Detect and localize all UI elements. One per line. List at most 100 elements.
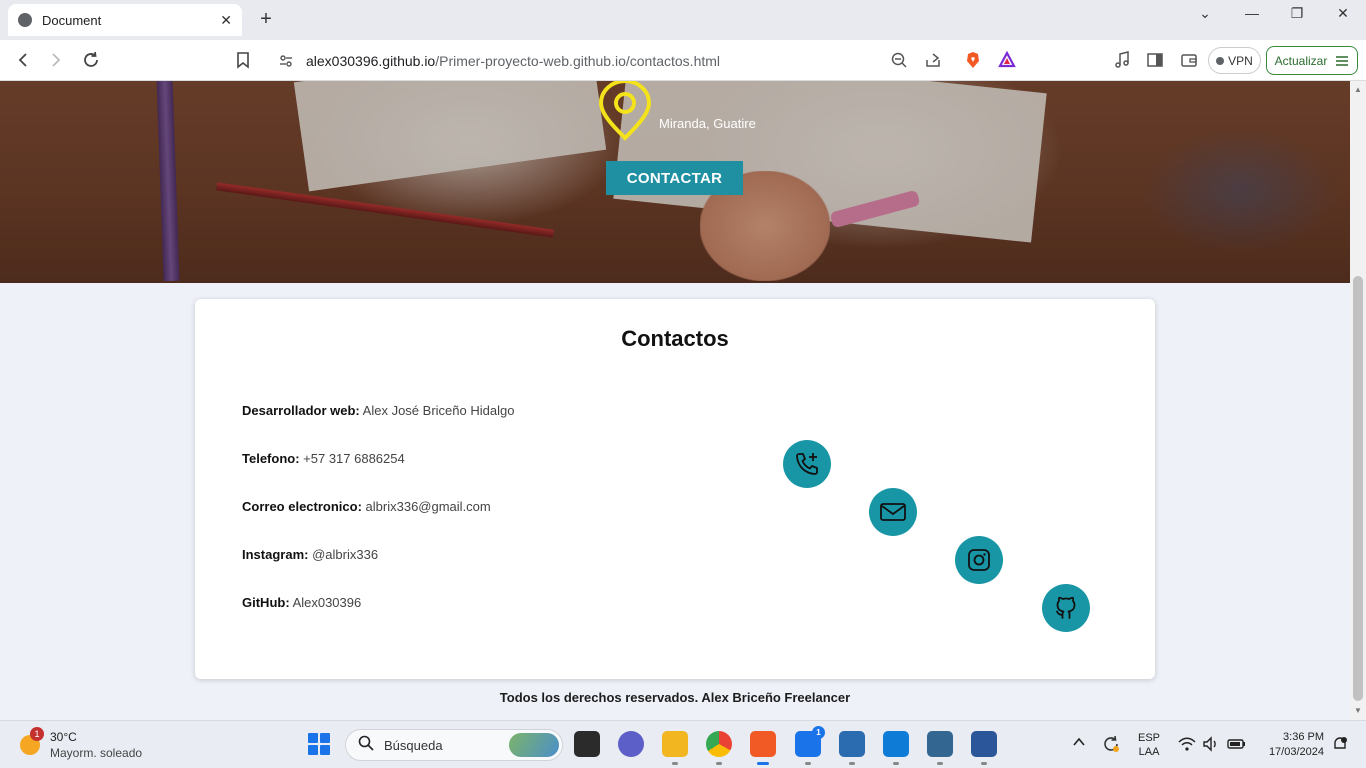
contact-label: Desarrollador web: bbox=[242, 403, 360, 418]
notepad-icon[interactable] bbox=[839, 731, 865, 765]
tray-overflow-icon[interactable] bbox=[1072, 735, 1086, 752]
brave-rewards-icon[interactable] bbox=[998, 50, 1016, 69]
contact-value: Alex José Briceño Hidalgo bbox=[362, 403, 515, 418]
contact-value: albrix336@gmail.com bbox=[365, 499, 491, 514]
file-explorer-icon[interactable] bbox=[662, 731, 688, 765]
start-button[interactable] bbox=[308, 733, 330, 755]
contact-row-developer: Desarrollador web: Alex José Briceño Hid… bbox=[242, 403, 514, 418]
reload-icon bbox=[84, 51, 98, 67]
url-path: /Primer-proyecto-web.github.io/contactos… bbox=[435, 52, 721, 69]
forward-icon bbox=[52, 53, 61, 67]
contact-button[interactable]: CONTACTAR bbox=[606, 161, 743, 195]
browser-tab[interactable]: Document ✕ bbox=[8, 4, 242, 36]
contact-label: Telefono: bbox=[242, 451, 300, 466]
word-icon[interactable] bbox=[971, 731, 997, 765]
search-placeholder: Búsqueda bbox=[384, 737, 443, 753]
tab-title: Document bbox=[42, 12, 102, 28]
browser-toolbar: alex030396.github.io/Primer-proyecto-web… bbox=[0, 40, 1366, 81]
outlook-badge: 1 bbox=[812, 726, 825, 739]
battery-icon[interactable] bbox=[1227, 736, 1247, 755]
site-settings-icon[interactable] bbox=[278, 53, 294, 69]
maximize-button[interactable]: ❐ bbox=[1287, 5, 1307, 22]
scrollbar-thumb[interactable] bbox=[1353, 276, 1363, 701]
back-button[interactable] bbox=[12, 49, 34, 71]
sidebar-icon[interactable] bbox=[1145, 50, 1165, 70]
instagram-icon bbox=[968, 549, 990, 571]
contact-value: Alex030396 bbox=[292, 595, 362, 610]
notification-icon[interactable] bbox=[1332, 736, 1348, 755]
github-icon bbox=[1056, 596, 1076, 619]
bookmark-icon bbox=[237, 52, 249, 69]
clock-time: 3:36 PM bbox=[1283, 731, 1324, 743]
contacts-card: Contactos Desarrollador web: Alex José B… bbox=[195, 299, 1155, 679]
postgresql-icon[interactable] bbox=[927, 731, 953, 765]
task-view-icon[interactable] bbox=[574, 731, 600, 757]
zoom-icon[interactable] bbox=[890, 51, 908, 69]
tab-search-icon[interactable]: ⌄ bbox=[1195, 5, 1215, 22]
weather-condition: Mayorm. soleado bbox=[50, 746, 143, 760]
windows-logo-icon bbox=[308, 733, 318, 743]
location-text: Miranda, Guatire bbox=[659, 116, 756, 131]
contact-value: +57 317 6886254 bbox=[303, 451, 405, 466]
chrome-icon[interactable] bbox=[706, 731, 732, 765]
vscode-icon[interactable] bbox=[883, 731, 909, 765]
globe-icon bbox=[18, 13, 32, 27]
page-viewport: Miranda, Guatire CONTACTAR Contactos Des… bbox=[0, 81, 1350, 720]
update-label: Actualizar bbox=[1274, 53, 1328, 68]
page-title: Contactos bbox=[621, 326, 729, 351]
contact-label: GitHub: bbox=[242, 595, 290, 610]
back-icon bbox=[18, 53, 27, 67]
media-icon[interactable] bbox=[1112, 50, 1132, 70]
update-button[interactable]: Actualizar bbox=[1266, 46, 1358, 75]
volume-icon[interactable] bbox=[1202, 736, 1220, 755]
outlook-icon[interactable]: 1 bbox=[795, 726, 825, 765]
taskbar-search[interactable]: Búsqueda bbox=[345, 729, 563, 761]
keyboard-layout: LAA bbox=[1138, 746, 1160, 758]
contact-row-email: Correo electronico: albrix336@gmail.com bbox=[242, 499, 491, 514]
close-window-button[interactable]: ✕ bbox=[1333, 5, 1353, 22]
reload-button[interactable] bbox=[80, 49, 102, 71]
mail-icon bbox=[880, 503, 906, 521]
new-tab-button[interactable]: + bbox=[256, 8, 276, 31]
contact-row-phone: Telefono: +57 317 6886254 bbox=[242, 451, 405, 466]
clock-date: 17/03/2024 bbox=[1268, 746, 1324, 758]
contact-value: @albrix336 bbox=[312, 547, 379, 562]
brave-shields-icon[interactable] bbox=[964, 51, 982, 69]
weather-temperature: 30°C bbox=[50, 730, 77, 744]
tab-close-icon[interactable]: ✕ bbox=[220, 12, 232, 29]
forward-button[interactable] bbox=[45, 49, 67, 71]
wifi-icon[interactable] bbox=[1178, 736, 1196, 755]
vpn-label: VPN bbox=[1228, 53, 1253, 68]
search-highlight-image bbox=[509, 733, 559, 757]
weather-widget[interactable]: 1 30°C Mayorm. soleado bbox=[18, 727, 158, 763]
email-link[interactable] bbox=[869, 488, 917, 536]
browser-tab-bar: Document ✕ + ⌄ — ❐ ✕ bbox=[0, 0, 1366, 40]
phone-link[interactable] bbox=[783, 440, 831, 488]
scroll-down-icon[interactable]: ▼ bbox=[1354, 706, 1362, 715]
vpn-button[interactable]: VPN bbox=[1208, 47, 1261, 74]
brave-icon[interactable] bbox=[750, 731, 776, 765]
system-clock[interactable]: 3:36 PM 17/03/2024 bbox=[1256, 730, 1324, 760]
contact-row-github: GitHub: Alex030396 bbox=[242, 595, 361, 610]
weather-badge: 1 bbox=[30, 727, 44, 741]
instagram-link[interactable] bbox=[955, 536, 1003, 584]
meet-icon[interactable] bbox=[618, 731, 644, 757]
address-bar[interactable]: alex030396.github.io/Primer-proyecto-web… bbox=[266, 46, 1026, 75]
footer-copyright: Todos los derechos reservados. Alex Bric… bbox=[499, 690, 851, 705]
menu-icon bbox=[1336, 55, 1349, 66]
contact-label: Correo electronico: bbox=[242, 499, 362, 514]
minimize-button[interactable]: — bbox=[1242, 5, 1262, 21]
url-host: alex030396.github.io bbox=[306, 52, 436, 69]
sync-icon[interactable] bbox=[1101, 734, 1121, 757]
phone-icon bbox=[796, 453, 818, 475]
scroll-up-icon[interactable]: ▲ bbox=[1354, 85, 1362, 94]
github-link[interactable] bbox=[1042, 584, 1090, 632]
page-scrollbar[interactable]: ▲ ▼ bbox=[1350, 81, 1366, 720]
share-icon[interactable] bbox=[924, 51, 942, 69]
hero-banner: Miranda, Guatire CONTACTAR bbox=[0, 81, 1350, 283]
wallet-icon[interactable] bbox=[1179, 50, 1199, 70]
input-language[interactable]: ESP LAA bbox=[1138, 731, 1160, 759]
location-pin-icon bbox=[598, 81, 652, 141]
bookmark-button[interactable] bbox=[232, 49, 254, 71]
contact-label: Instagram: bbox=[242, 547, 309, 562]
